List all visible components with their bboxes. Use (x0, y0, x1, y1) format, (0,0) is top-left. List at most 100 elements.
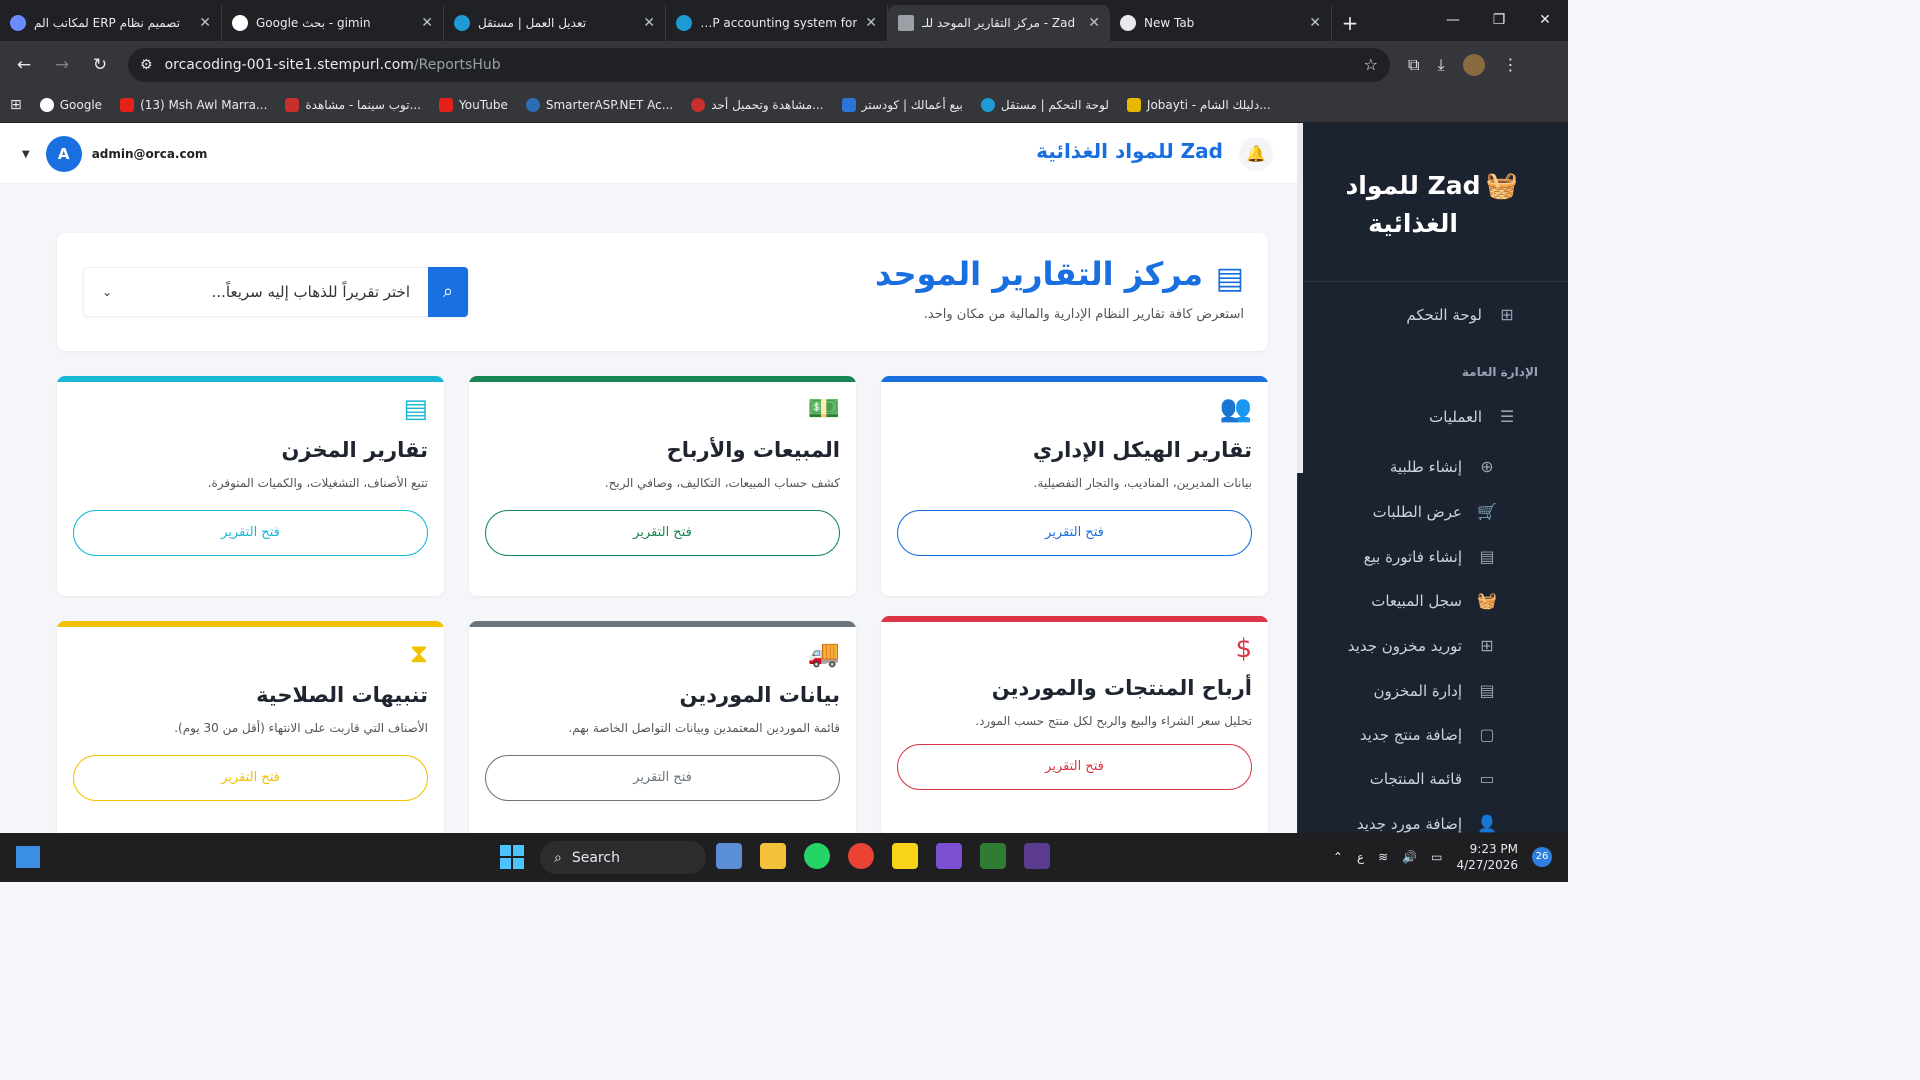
sidebar-subitem[interactable]: ⊞ توريد مخزون جديد (1348, 636, 1498, 655)
sidebar-subitem[interactable]: ▤ إنشاء فاتورة بيع (1364, 547, 1498, 566)
bookmark-item[interactable]: YouTube (439, 98, 508, 112)
list-check-icon: ☰ (1499, 407, 1515, 426)
bookmark-icon (525, 98, 540, 112)
open-report-button[interactable]: فتح التقرير (73, 510, 428, 556)
bookmark-item[interactable]: مشاهدة وتحميل أحد... (691, 98, 824, 112)
bell-icon[interactable]: 🔔 (1239, 137, 1273, 171)
open-report-button[interactable]: فتح التقرير (897, 744, 1252, 790)
bookmark-item[interactable]: Google (39, 98, 102, 112)
apps-grid-icon[interactable]: ⊞ (10, 97, 22, 113)
open-report-button[interactable]: فتح التقرير (73, 755, 428, 801)
language-indicator[interactable]: ع (1357, 850, 1364, 864)
browser-tab[interactable]: تعديل العمل | مستقل ✕ (444, 5, 666, 41)
tab-favicon-icon (232, 15, 248, 31)
money-bill-icon: 💵 (807, 394, 840, 424)
extensions-icon[interactable]: ⧉ (1408, 55, 1419, 75)
sticky-notes-icon[interactable] (892, 843, 918, 869)
download-icon[interactable]: ⤓ (1437, 55, 1444, 75)
bookmark-item[interactable]: لوحة التحكم | مستقل (980, 98, 1109, 112)
app-icon[interactable] (716, 843, 742, 869)
open-report-button[interactable]: فتح التقرير (485, 510, 840, 556)
document-icon: ▤ (1479, 547, 1495, 566)
browser-tab[interactable]: gimin - بحث Google ✕ (222, 5, 444, 41)
browser-tab[interactable]: New Tab ✕ (1110, 5, 1332, 41)
bookmark-item[interactable]: (13) Msh Awl Marra... (120, 98, 267, 112)
whatsapp-icon[interactable] (804, 843, 830, 869)
sidebar-subitem[interactable]: 🛒 عرض الطلبات (1373, 502, 1498, 521)
sidebar-subitem[interactable]: ▤ إدارة المخزون (1373, 681, 1498, 700)
user-plus-icon: 👤 (1477, 814, 1497, 833)
bookmark-icon (1126, 98, 1141, 112)
close-tab-icon[interactable]: ✕ (1088, 15, 1100, 31)
widgets-icon[interactable] (16, 846, 40, 868)
open-report-button[interactable]: فتح التقرير (897, 510, 1252, 556)
taskbar-search[interactable]: ⌕ Search (540, 841, 706, 874)
volume-icon[interactable]: 🔊 (1402, 850, 1417, 864)
browser-tab[interactable]: تصميم نظام ERP لمكاتب الم ✕ (0, 5, 222, 41)
browser-tab[interactable]: ERP accounting system for ✕ (666, 5, 888, 41)
report-select[interactable]: اختر تقريراً للذهاب إليه سريعاً... ⌄ (84, 268, 428, 316)
forward-icon[interactable]: → (46, 49, 78, 81)
restore-icon[interactable]: ❐ (1476, 0, 1522, 40)
sidebar: 🧺 Zad للمواد الغذائية ⊞ لوحة التحكم الإدا… (1297, 123, 1568, 833)
navbar-brand[interactable]: Zad للمواد الغذائية (1036, 139, 1223, 163)
tab-favicon-icon (454, 15, 470, 31)
app-icon[interactable] (1024, 843, 1050, 869)
clock[interactable]: 9:23 PM 4/27/2026 (1456, 841, 1518, 873)
sidebar-item-dashboard[interactable]: ⊞ لوحة التحكم (1406, 305, 1518, 324)
open-report-button[interactable]: فتح التقرير (485, 755, 840, 801)
sidebar-subitem[interactable]: ▢ إضافة منتج جديد (1360, 725, 1498, 744)
avatar[interactable]: A (45, 136, 82, 172)
close-tab-icon[interactable]: ✕ (643, 15, 655, 31)
sidebar-item-operations[interactable]: ☰ العمليات (1429, 407, 1518, 426)
wifi-icon[interactable]: ≋ (1378, 850, 1388, 864)
close-tab-icon[interactable]: ✕ (865, 15, 877, 31)
notification-badge[interactable]: 26 (1532, 847, 1552, 867)
site-info-icon[interactable]: ⚙ (140, 57, 153, 73)
close-tab-icon[interactable]: ✕ (421, 15, 433, 31)
tab-favicon-icon (898, 15, 914, 31)
minimize-icon[interactable]: — (1430, 0, 1476, 40)
bookmark-item[interactable]: Jobayti - دليلك الشام... (1126, 98, 1271, 112)
sidebar-subitem[interactable]: 🧺 سجل المبيعات (1371, 591, 1498, 610)
close-tab-icon[interactable]: ✕ (1309, 15, 1321, 31)
url-path: /ReportsHub (413, 56, 501, 73)
chevron-up-icon[interactable]: ⌃ (1333, 850, 1343, 864)
menu-icon[interactable]: ⋮ (1503, 55, 1519, 74)
sidebar-brand[interactable]: Zad للمواد الغذائية (1318, 167, 1508, 243)
bookmark-item[interactable]: بيع أعمالك | كودستر (841, 98, 963, 112)
windows-start-icon[interactable] (500, 845, 524, 869)
visual-studio-icon[interactable] (936, 843, 962, 869)
back-icon[interactable]: ← (8, 49, 40, 81)
reports-hub-header: ▤ مركز التقارير الموحد استعرض كافة تقاري… (57, 233, 1268, 351)
sidebar-subitem[interactable]: 👤 إضافة مورد جديد (1357, 814, 1498, 833)
bookmark-star-icon[interactable]: ☆ (1364, 55, 1378, 74)
card-title: المبيعات والأرباح (666, 438, 840, 462)
battery-icon[interactable]: ▭ (1431, 850, 1442, 864)
sidebar-subitem[interactable]: ▭ قائمة المنتجات (1370, 769, 1498, 788)
sidebar-subitem[interactable]: ⊕ إنشاء طلبية (1390, 457, 1498, 476)
bookmark-item[interactable]: SmarterASP.NET Ac... (525, 98, 673, 112)
browser-tab-active[interactable]: Zad - مركز التقارير الموحد للـ ✕ (888, 5, 1110, 41)
address-bar[interactable]: ⚙ orcacoding-001-site1.stempurl.com/Repo… (128, 47, 1390, 82)
new-tab-button[interactable]: + (1332, 5, 1368, 41)
user-menu[interactable]: ▼ A admin@orca.com (22, 136, 207, 172)
search-icon: ⌕ (554, 849, 562, 866)
reload-icon[interactable]: ↻ (84, 49, 116, 81)
caret-down-icon[interactable]: ▼ (22, 149, 30, 160)
close-tab-icon[interactable]: ✕ (199, 15, 211, 31)
truck-icon: 🚚 (807, 639, 840, 669)
report-quick-select[interactable]: اختر تقريراً للذهاب إليه سريعاً... ⌄ ⌕ (83, 267, 469, 317)
bookmark-icon (120, 98, 135, 112)
profile-avatar[interactable] (1462, 53, 1485, 76)
scrollbar[interactable] (1297, 123, 1303, 473)
terminal-icon[interactable] (980, 843, 1006, 869)
file-explorer-icon[interactable] (760, 843, 786, 869)
chevron-down-icon: ⌄ (102, 285, 113, 299)
bookmark-item[interactable]: توب سينما - مشاهدة... (285, 98, 421, 112)
tab-favicon-icon (1120, 15, 1136, 31)
bookmark-icon (285, 98, 300, 112)
search-button[interactable]: ⌕ (428, 267, 468, 317)
chrome-icon[interactable] (848, 843, 874, 869)
close-window-icon[interactable]: ✕ (1522, 0, 1568, 40)
